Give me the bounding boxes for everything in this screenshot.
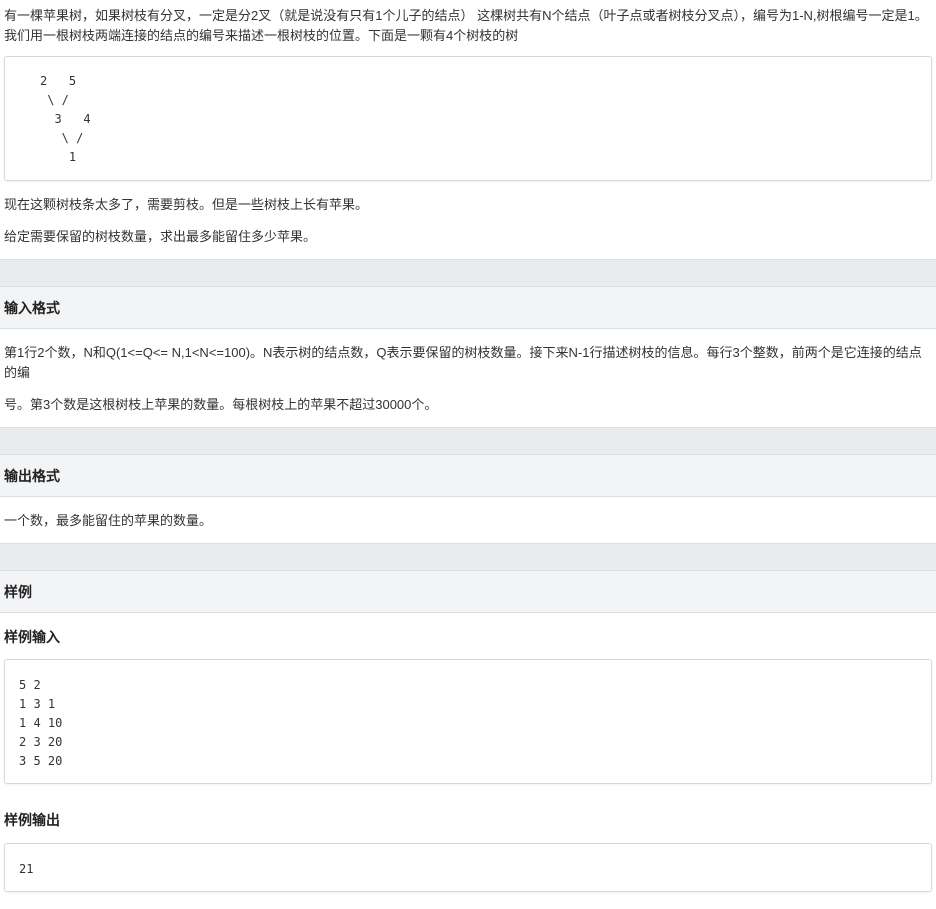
problem-intro: 有一棵苹果树，如果树枝有分叉，一定是分2叉（就是说没有只有1个儿子的结点） 这棵… bbox=[4, 8, 928, 43]
sample-heading: 样例 bbox=[0, 571, 936, 613]
tree-diagram: 2 5 \ / 3 4 \ / 1 bbox=[40, 74, 91, 164]
section-divider bbox=[0, 427, 936, 455]
input-format-para-2: 号。第3个数是这根树枝上苹果的数量。每根树枝上的苹果不超过30000个。 bbox=[4, 397, 438, 412]
section-divider bbox=[0, 259, 936, 287]
sample-input-label: 样例输入 bbox=[4, 629, 60, 645]
output-format-heading: 输出格式 bbox=[0, 455, 936, 497]
sample-output-label: 样例输出 bbox=[4, 812, 60, 828]
input-format-heading: 输入格式 bbox=[0, 287, 936, 329]
section-divider bbox=[0, 543, 936, 571]
sample-output-box: 21 bbox=[4, 843, 932, 892]
problem-page: 有一棵苹果树，如果树枝有分叉，一定是分2叉（就是说没有只有1个儿子的结点） 这棵… bbox=[0, 0, 936, 892]
description-para-2: 给定需要保留的树枝数量，求出最多能留住多少苹果。 bbox=[4, 229, 317, 244]
tree-diagram-box: 2 5 \ / 3 4 \ / 1 bbox=[4, 56, 932, 181]
sample-input-box: 5 2 1 3 1 1 4 10 2 3 20 3 5 20 bbox=[4, 659, 932, 784]
sample-input-code: 5 2 1 3 1 1 4 10 2 3 20 3 5 20 bbox=[19, 678, 63, 768]
sample-output-code: 21 bbox=[19, 862, 34, 876]
output-format-para: 一个数，最多能留住的苹果的数量。 bbox=[4, 513, 213, 528]
description-para-1: 现在这颗树枝条太多了，需要剪枝。但是一些树枝上长有苹果。 bbox=[4, 197, 369, 212]
input-format-para-1: 第1行2个数，N和Q(1<=Q<= N,1<N<=100)。N表示树的结点数，Q… bbox=[4, 345, 922, 380]
